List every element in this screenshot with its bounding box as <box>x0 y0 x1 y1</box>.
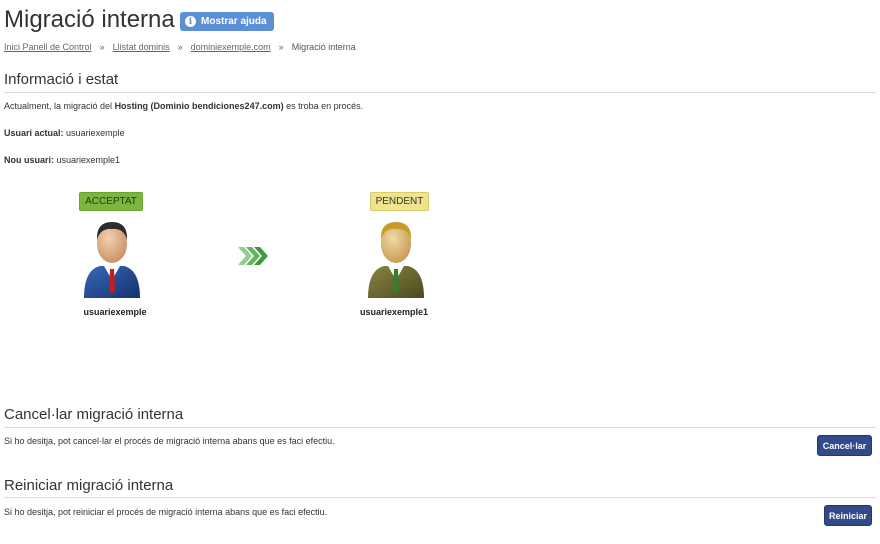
show-help-label: Mostrar ajuda <box>201 16 267 27</box>
breadcrumb-separator: » <box>177 42 183 52</box>
status-text-suffix: es troba en procés. <box>283 101 364 111</box>
restart-description: Si ho desitja, pot reiniciar el procés d… <box>4 507 328 517</box>
breadcrumb-separator: » <box>278 42 284 52</box>
show-help-button[interactable]: i Mostrar ajuda <box>180 12 274 31</box>
status-text-hosting: Hosting (Dominio bendiciones247.com) <box>114 101 284 111</box>
current-user-value: usuariexemple <box>66 128 125 138</box>
breadcrumb: Inici Panell de Control » Llistat domini… <box>4 42 356 52</box>
info-icon: i <box>185 16 196 27</box>
breadcrumb-current: Migració interna <box>291 42 356 52</box>
to-user-name: usuariexemple1 <box>359 307 429 317</box>
status-text-prefix: Actualment, la migració del <box>4 101 115 111</box>
breadcrumb-link-domain[interactable]: dominiexemple.com <box>191 42 271 52</box>
restart-migration-button[interactable]: Reiniciar <box>824 505 872 526</box>
from-user-name: usuariexemple <box>83 307 147 317</box>
cancel-section-title: Cancel·lar migració interna <box>4 406 184 423</box>
migration-status-text: Actualment, la migració del Hosting (Dom… <box>4 101 363 111</box>
triple-chevron-right-icon <box>238 247 268 265</box>
accepted-badge: ACCEPTAT <box>79 192 143 211</box>
status-section-title: Informació i estat <box>4 71 119 88</box>
page-title: Migració interna <box>4 6 175 33</box>
breadcrumb-link-domains[interactable]: Llistat dominis <box>113 42 170 52</box>
current-user-label: Usuari actual: <box>4 128 64 138</box>
restart-section-title: Reiniciar migració interna <box>4 477 174 494</box>
divider <box>4 497 876 498</box>
new-user-line: Nou usuari: usuariexemple1 <box>4 155 120 165</box>
cancel-migration-button[interactable]: Cancel·lar <box>817 435 872 456</box>
breadcrumb-separator: » <box>99 42 105 52</box>
divider <box>4 427 876 428</box>
current-user-line: Usuari actual: usuariexemple <box>4 128 125 138</box>
new-user-value: usuariexemple1 <box>56 155 121 165</box>
new-user-label: Nou usuari: <box>4 155 55 165</box>
divider <box>4 92 876 93</box>
user-gold-icon <box>368 222 424 298</box>
breadcrumb-link-home[interactable]: Inici Panell de Control <box>4 42 92 52</box>
user-blue-icon <box>84 222 140 298</box>
pending-badge: PENDENT <box>370 192 429 211</box>
cancel-description: Si ho desitja, pot cancel·lar el procés … <box>4 436 335 446</box>
